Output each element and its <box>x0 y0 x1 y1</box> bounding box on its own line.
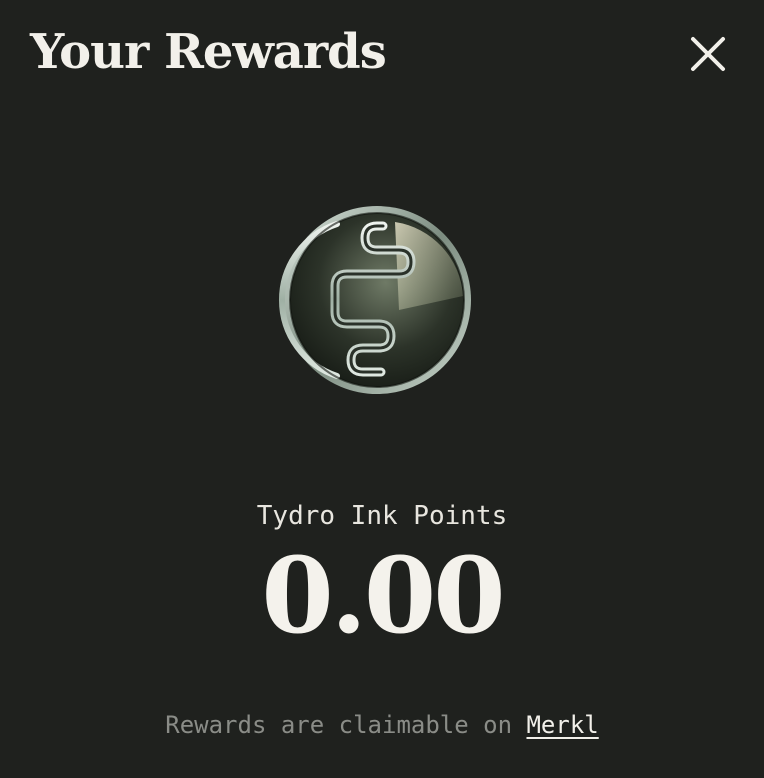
merkl-link[interactable]: Merkl <box>526 711 598 739</box>
points-amount: 0.00 <box>261 534 505 657</box>
modal-title: Your Rewards <box>30 24 387 80</box>
close-button[interactable] <box>684 30 732 78</box>
tydro-ink-coin-icon <box>277 200 477 400</box>
points-label: Tydro Ink Points <box>256 501 508 531</box>
claim-footer: Rewards are claimable on Merkl <box>0 708 764 742</box>
rewards-modal: Your Rewards Tydro Ink Points 0.00 Rewar… <box>0 0 764 778</box>
claim-text: Rewards are claimable on <box>165 711 513 739</box>
close-icon <box>691 37 725 71</box>
